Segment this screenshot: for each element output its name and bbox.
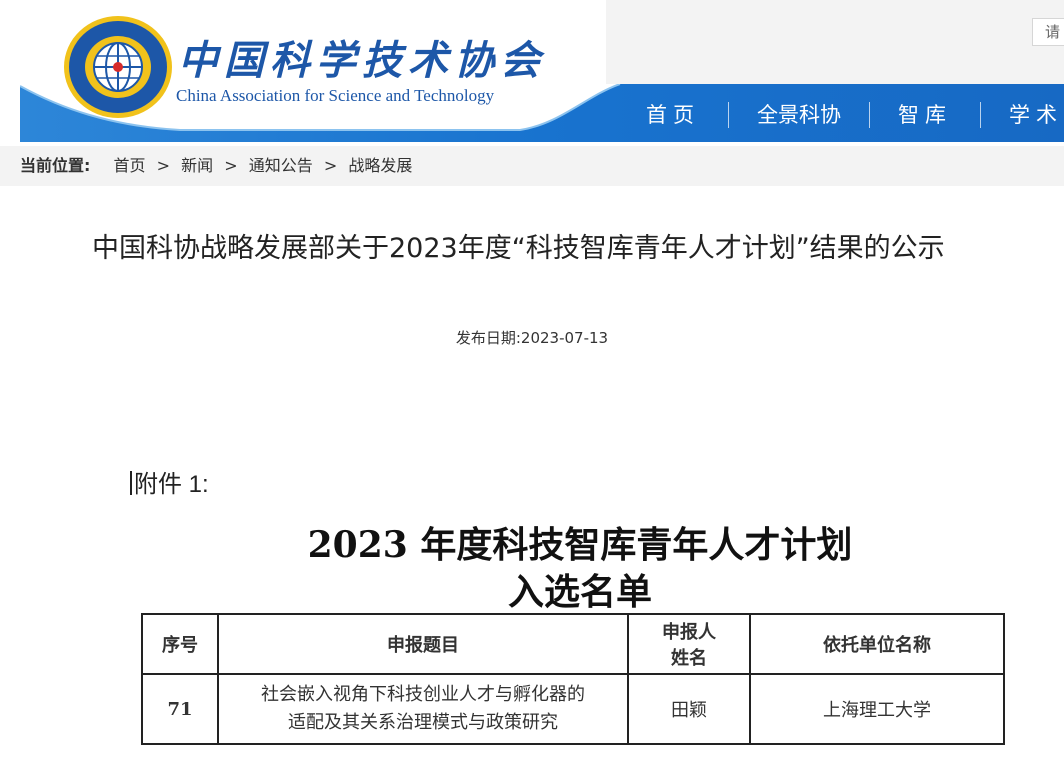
- cast-logo-icon: [64, 16, 172, 118]
- breadcrumb-strategy[interactable]: 战略发展: [348, 156, 412, 175]
- breadcrumb-news[interactable]: 新闻: [181, 156, 213, 175]
- breadcrumb-separator: >: [323, 156, 338, 175]
- breadcrumb-label: 当前位置:: [20, 156, 91, 175]
- site-header: 请 中国科学技术协会 China Association for Science…: [0, 0, 1064, 146]
- main-nav: 首页 全景科协 智库 学术: [628, 98, 1064, 132]
- text-cursor: [130, 471, 132, 495]
- logo-english-name[interactable]: China Association for Science and Techno…: [176, 86, 494, 106]
- nav-item-academic[interactable]: 学术: [980, 102, 1064, 128]
- table-row: 71 社会嵌入视角下科技创业人才与孵化器的 适配及其关系治理模式与政策研究 田颖…: [141, 673, 1005, 745]
- header-name: 申报人 姓名: [627, 613, 751, 675]
- nav-item-home[interactable]: 首页: [628, 102, 728, 128]
- attachment-label: 附件 1:: [130, 464, 209, 499]
- breadcrumb-notices[interactable]: 通知公告: [249, 156, 313, 175]
- breadcrumb-separator: >: [156, 156, 171, 175]
- nav-item-think-tank[interactable]: 智库: [869, 102, 980, 128]
- header-name-line1: 申报人: [662, 622, 716, 643]
- header-name-line2: 姓名: [671, 648, 707, 669]
- attachment-title-line1: 2023 年度科技智库青年人才计划: [307, 524, 853, 566]
- breadcrumb-home[interactable]: 首页: [114, 156, 146, 175]
- nav-item-overview[interactable]: 全景科协: [728, 102, 869, 128]
- table-header-row: 序号 申报题目 申报人 姓名 依托单位名称: [141, 613, 1005, 675]
- row-topic-line1: 社会嵌入视角下科技创业人才与孵化器的: [261, 684, 585, 705]
- selection-table: 序号 申报题目 申报人 姓名 依托单位名称 71 社会嵌入视角下科技创业人才与孵…: [141, 613, 1005, 745]
- logo-chinese-name[interactable]: 中国科学技术协会: [178, 28, 546, 86]
- row-topic: 社会嵌入视角下科技创业人才与孵化器的 适配及其关系治理模式与政策研究: [217, 673, 629, 745]
- row-topic-line2: 适配及其关系治理模式与政策研究: [288, 712, 558, 733]
- attachment-title-line2: 入选名单: [507, 571, 652, 613]
- publish-date: 发布日期:2023-07-13: [455, 329, 609, 347]
- breadcrumb-separator: >: [224, 156, 238, 175]
- header-no: 序号: [141, 613, 219, 675]
- header-org: 依托单位名称: [749, 613, 1005, 675]
- breadcrumb: 当前位置: 首页 > 新闻 > 通知公告 > 战略发展: [0, 146, 1064, 186]
- header-topic: 申报题目: [217, 613, 629, 675]
- row-org: 上海理工大学: [749, 673, 1005, 745]
- attachment-label-text: 附件 1:: [134, 471, 209, 498]
- search-input[interactable]: 请: [1032, 18, 1064, 46]
- row-no: 71: [141, 673, 219, 745]
- header-top-strip: [606, 0, 1064, 84]
- row-name: 田颖: [627, 673, 751, 745]
- article-title: 中国科协战略发展部关于2023年度“科技智库青年人才计划”结果的公示: [92, 233, 945, 264]
